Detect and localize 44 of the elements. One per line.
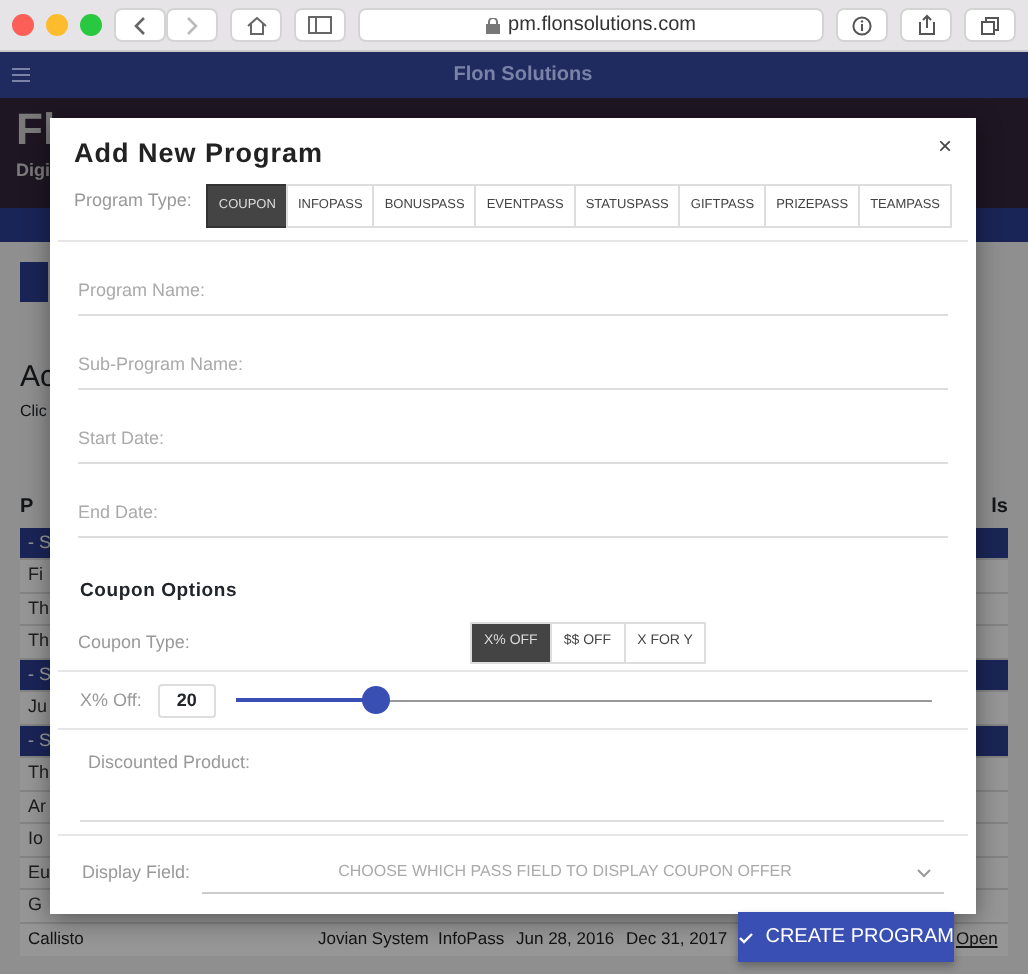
home-icon (245, 15, 267, 35)
tabs-button[interactable] (964, 8, 1016, 42)
column-header: P (20, 493, 34, 521)
table-cell: Dec 31, 2017 (626, 926, 730, 953)
chevron-right-icon (184, 15, 200, 35)
menu-icon[interactable] (12, 68, 30, 82)
table-cell-text: Jun 28, 2016 (516, 926, 617, 953)
create-program-button[interactable]: CREATE PROGRAM (738, 912, 954, 962)
display-field-label: Display Field: (82, 860, 186, 886)
text-field[interactable]: Program Name: (78, 242, 948, 316)
close-button[interactable]: × (937, 134, 952, 158)
section-title: Coupon Options (78, 578, 240, 606)
table-cell-text: Jovian System (318, 926, 431, 953)
dialog-title: Add New Program (74, 136, 324, 172)
tabs-icon (980, 15, 1000, 35)
share-button[interactable] (900, 8, 952, 42)
field-label: Discounted Product: (88, 752, 251, 773)
chevron-down-icon (916, 867, 932, 878)
info-button[interactable] (836, 8, 888, 42)
info-icon (852, 15, 872, 35)
sidebar-button[interactable] (294, 8, 346, 42)
table-cell-text: InfoPass (438, 926, 507, 953)
sidebar-icon (308, 16, 332, 34)
share-icon (917, 14, 935, 36)
check-icon (738, 931, 754, 943)
table-cell-text: Callisto (28, 926, 86, 953)
dropdown-placeholder: CHOOSE WHICH PASS FIELD TO DISPLAY COUPON OFFER (336, 860, 794, 885)
text-field[interactable]: End Date: (78, 464, 948, 538)
program-type-label: Program Type: (74, 188, 192, 215)
page-subheading: Clic (20, 400, 47, 424)
discount-label: X% Off: (80, 687, 142, 713)
home-button[interactable] (230, 8, 282, 42)
hero-subtitle: Digi (16, 157, 50, 184)
lock-icon (486, 17, 501, 33)
app-title: Flon Solutions (451, 62, 595, 90)
column-header: ls (991, 493, 1008, 521)
table-cell-text: Open (956, 926, 1000, 953)
number-field[interactable]: 20 (157, 683, 216, 718)
coupon-type-label: Coupon Type: (78, 629, 192, 656)
back-button[interactable] (114, 8, 166, 42)
chevron-left-icon (132, 15, 148, 35)
text-field[interactable]: Start Date: (78, 390, 948, 464)
text-field[interactable]: Sub-Program Name: (78, 316, 948, 390)
slider-thumb[interactable] (361, 686, 390, 715)
